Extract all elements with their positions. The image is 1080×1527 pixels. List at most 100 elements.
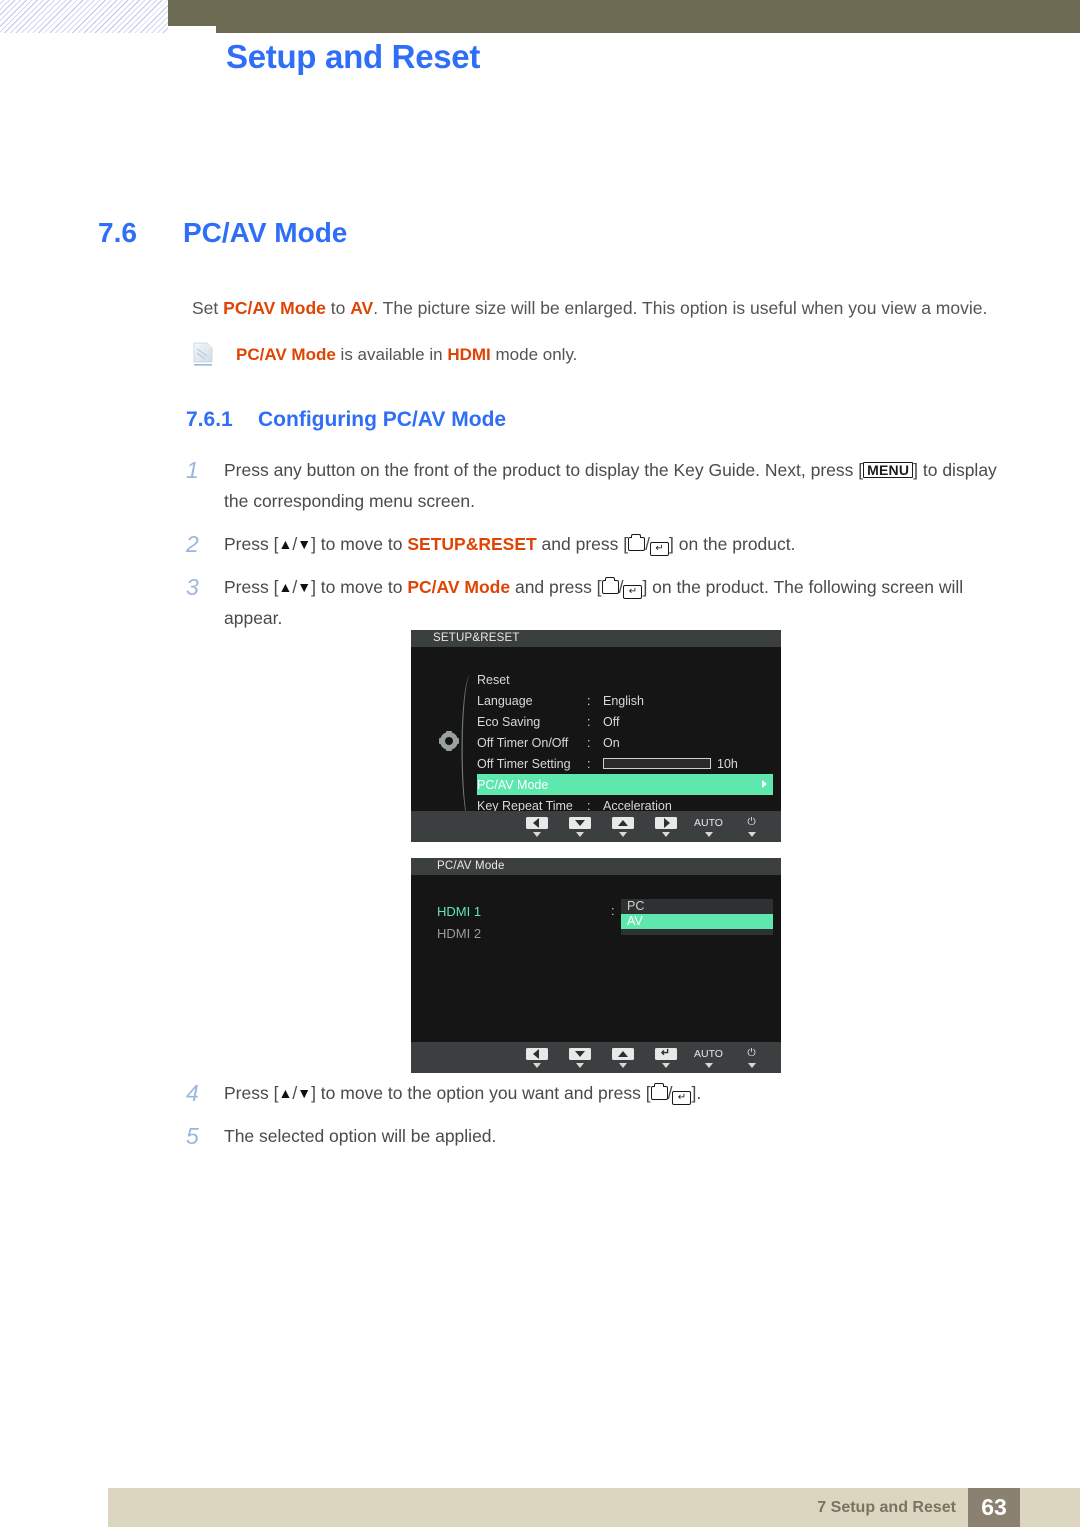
auto-label: AUTO: [694, 816, 723, 829]
osd-menu-label: Off Timer On/Off: [477, 735, 569, 750]
step-number: 5: [186, 1123, 199, 1149]
osd-menu-value: Off: [603, 714, 620, 729]
osd-title-setup-reset: SETUP&RESET: [411, 630, 781, 647]
auto-button[interactable]: AUTO: [687, 1048, 730, 1068]
key-indicator-caret: [747, 1063, 756, 1068]
key-indicator-caret: [618, 831, 627, 837]
up-arrow-button[interactable]: [601, 816, 644, 837]
step-item: 5 The selected option will be applied.: [186, 1121, 1021, 1152]
source-button-icon: [601, 577, 619, 594]
power-button[interactable]: ⏻: [730, 816, 773, 837]
key-indicator-caret: [618, 1062, 627, 1068]
down-arrow-button[interactable]: [558, 1047, 601, 1068]
off-timer-slider[interactable]: [603, 757, 711, 769]
key-indicator-caret: [532, 1062, 541, 1068]
auto-label: AUTO: [694, 1047, 723, 1060]
left-arrow-icon: [532, 817, 539, 828]
up-arrow-icon: ▲: [278, 536, 293, 552]
step-text: The selected option will be applied.: [224, 1126, 497, 1146]
step-text: ] to move to: [311, 577, 408, 597]
power-button[interactable]: ⏻: [730, 1047, 773, 1068]
left-arrow-button[interactable]: [515, 1047, 558, 1068]
page-number-badge: 63: [968, 1488, 1020, 1527]
step-text: Press [: [224, 1083, 279, 1103]
osd-menu-row[interactable]: Off Timer On/Off: On: [477, 732, 781, 753]
note-term-pcav: PC/AV Mode: [236, 345, 336, 364]
step-body: Press [▲/▼] to move to PC/AV Mode and pr…: [224, 572, 1021, 634]
osd-menu-colon: :: [587, 735, 591, 750]
osd-input-row[interactable]: HDMI 2: [437, 923, 481, 945]
osd-input-row[interactable]: HDMI 1: [437, 901, 481, 923]
osd-menu-row[interactable]: Language: English: [477, 690, 781, 711]
right-arrow-icon: [663, 817, 670, 828]
osd-input-list: HDMI 1 HDMI 2: [437, 901, 481, 945]
step-text: Press [: [224, 534, 279, 554]
step-text: and press [: [536, 534, 629, 554]
step-number: 1: [186, 457, 199, 483]
left-arrow-button[interactable]: [515, 816, 558, 837]
osd-menu-row[interactable]: Eco Saving: Off: [477, 711, 781, 732]
intro-mid: to: [325, 298, 351, 318]
osd-option-selected[interactable]: AV: [621, 914, 773, 929]
note-suffix: mode only.: [490, 345, 578, 364]
subsection-heading: 7.6.1 Configuring PC/AV Mode: [186, 408, 1016, 432]
osd-screenshot-setup-reset: SETUP&RESET Reset Language: English Eco Sav…: [411, 630, 781, 842]
osd-menu-colon: :: [587, 756, 591, 771]
enter-button-icon: ↵: [650, 542, 670, 556]
header-notch: [168, 26, 216, 40]
intro-prefix: Set: [192, 298, 224, 318]
note-page-icon: [192, 342, 214, 368]
source-button-icon: [650, 1083, 668, 1100]
page-header: [0, 0, 1080, 40]
step-item: 1 Press any button on the front of the pr…: [186, 455, 1021, 517]
osd-menu-row[interactable]: Off Timer Setting: 10h: [477, 753, 781, 774]
step-text: Press [: [224, 577, 279, 597]
up-arrow-button[interactable]: [601, 1047, 644, 1068]
down-arrow-icon: [574, 1050, 585, 1057]
step-text: and press [: [510, 577, 602, 597]
step-item: 3 Press [▲/▼] to move to PC/AV Mode and p…: [186, 572, 1021, 634]
osd-menu-label: Reset: [477, 672, 510, 687]
step-number: 3: [186, 574, 199, 600]
osd-menu-value: 10h: [603, 757, 781, 771]
key-indicator-caret: [747, 832, 756, 837]
osd-menu-colon: :: [587, 693, 591, 708]
right-arrow-button[interactable]: [644, 816, 687, 837]
up-arrow-icon: ▲: [278, 1085, 293, 1101]
step-body: Press [▲/▼] to move to the option you wa…: [224, 1078, 1021, 1109]
osd-menu-row-selected[interactable]: PC/AV Mode: [477, 774, 773, 795]
section-title: PC/AV Mode: [183, 217, 348, 248]
down-arrow-icon: ▼: [297, 579, 312, 595]
step-number: 4: [186, 1080, 199, 1106]
note-text: PC/AV Mode is available in HDMI mode onl…: [236, 342, 577, 367]
off-timer-value: 10h: [717, 756, 738, 771]
note-block: PC/AV Mode is available in HDMI mode onl…: [192, 342, 1022, 368]
step-body: The selected option will be applied.: [224, 1121, 1021, 1152]
key-indicator-caret: [704, 1062, 713, 1068]
enter-button[interactable]: ↵: [644, 1047, 687, 1068]
osd-title-pcav-mode: PC/AV Mode: [411, 858, 781, 875]
enter-button-icon: ↵: [623, 585, 643, 599]
down-arrow-icon: ▼: [297, 1085, 312, 1101]
chevron-right-icon: [762, 780, 767, 788]
osd-key-face: [568, 816, 591, 829]
step-text: ] on the product.: [669, 534, 796, 554]
header-stripe-pattern: [0, 0, 168, 33]
osd-menu-colon: :: [587, 714, 591, 729]
auto-button[interactable]: AUTO: [687, 817, 730, 837]
osd-menu-row[interactable]: Reset: [477, 669, 781, 690]
intro-term-pcav: PC/AV Mode: [223, 298, 326, 318]
step-body: Press [▲/▼] to move to SETUP&RESET and p…: [224, 529, 1021, 560]
osd-menu-value: English: [603, 693, 644, 708]
down-arrow-button[interactable]: [558, 816, 601, 837]
osd-menu-label: Off Timer Setting: [477, 756, 571, 771]
osd-button-bar-setup-reset: AUTO ⏻: [411, 811, 781, 842]
highlighted-term: PC/AV Mode: [407, 577, 511, 597]
osd-key-face: [525, 816, 548, 829]
page-footer: 7 Setup and Reset 63: [108, 1488, 1080, 1527]
step-text: ] to move to the option you want and pre…: [311, 1083, 651, 1103]
osd-key-face: [611, 1047, 634, 1060]
osd-key-face: [611, 816, 634, 829]
osd-option[interactable]: PC: [621, 899, 773, 914]
enter-button-icon: ↵: [672, 1091, 692, 1105]
